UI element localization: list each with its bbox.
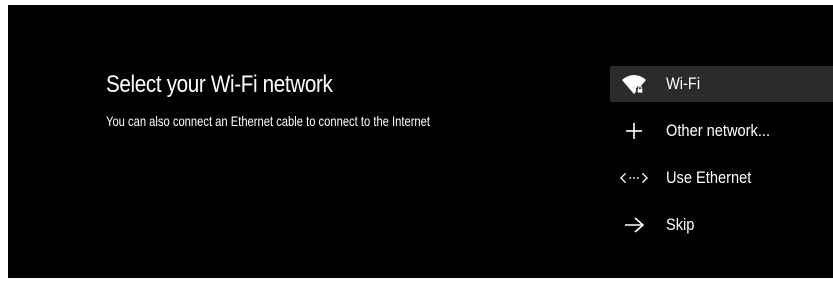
menu-item-wifi[interactable]: Wi-Fi [610,66,833,102]
menu-item-label: Skip [666,215,695,234]
plus-icon [620,121,648,141]
menu-item-other-network[interactable]: Other network... [610,113,833,149]
menu-item-label: Wi-Fi [666,74,701,93]
menu-item-label: Use Ethernet [666,168,752,187]
menu-item-label: Other network... [666,121,771,140]
menu-item-skip[interactable]: Skip [610,207,833,243]
page-subtitle: You can also connect an Ethernet cable t… [106,113,430,129]
wifi-setup-screen: Select your Wi-Fi network You can also c… [8,5,833,278]
page-title: Select your Wi-Fi network [106,71,333,98]
menu-item-use-ethernet[interactable]: Use Ethernet [610,160,833,196]
wifi-locked-icon [620,73,648,95]
arrow-right-icon [620,216,648,234]
ethernet-icon [620,171,648,185]
network-options-menu: Wi-Fi Other network... Use Ethernet Skip [610,66,833,254]
